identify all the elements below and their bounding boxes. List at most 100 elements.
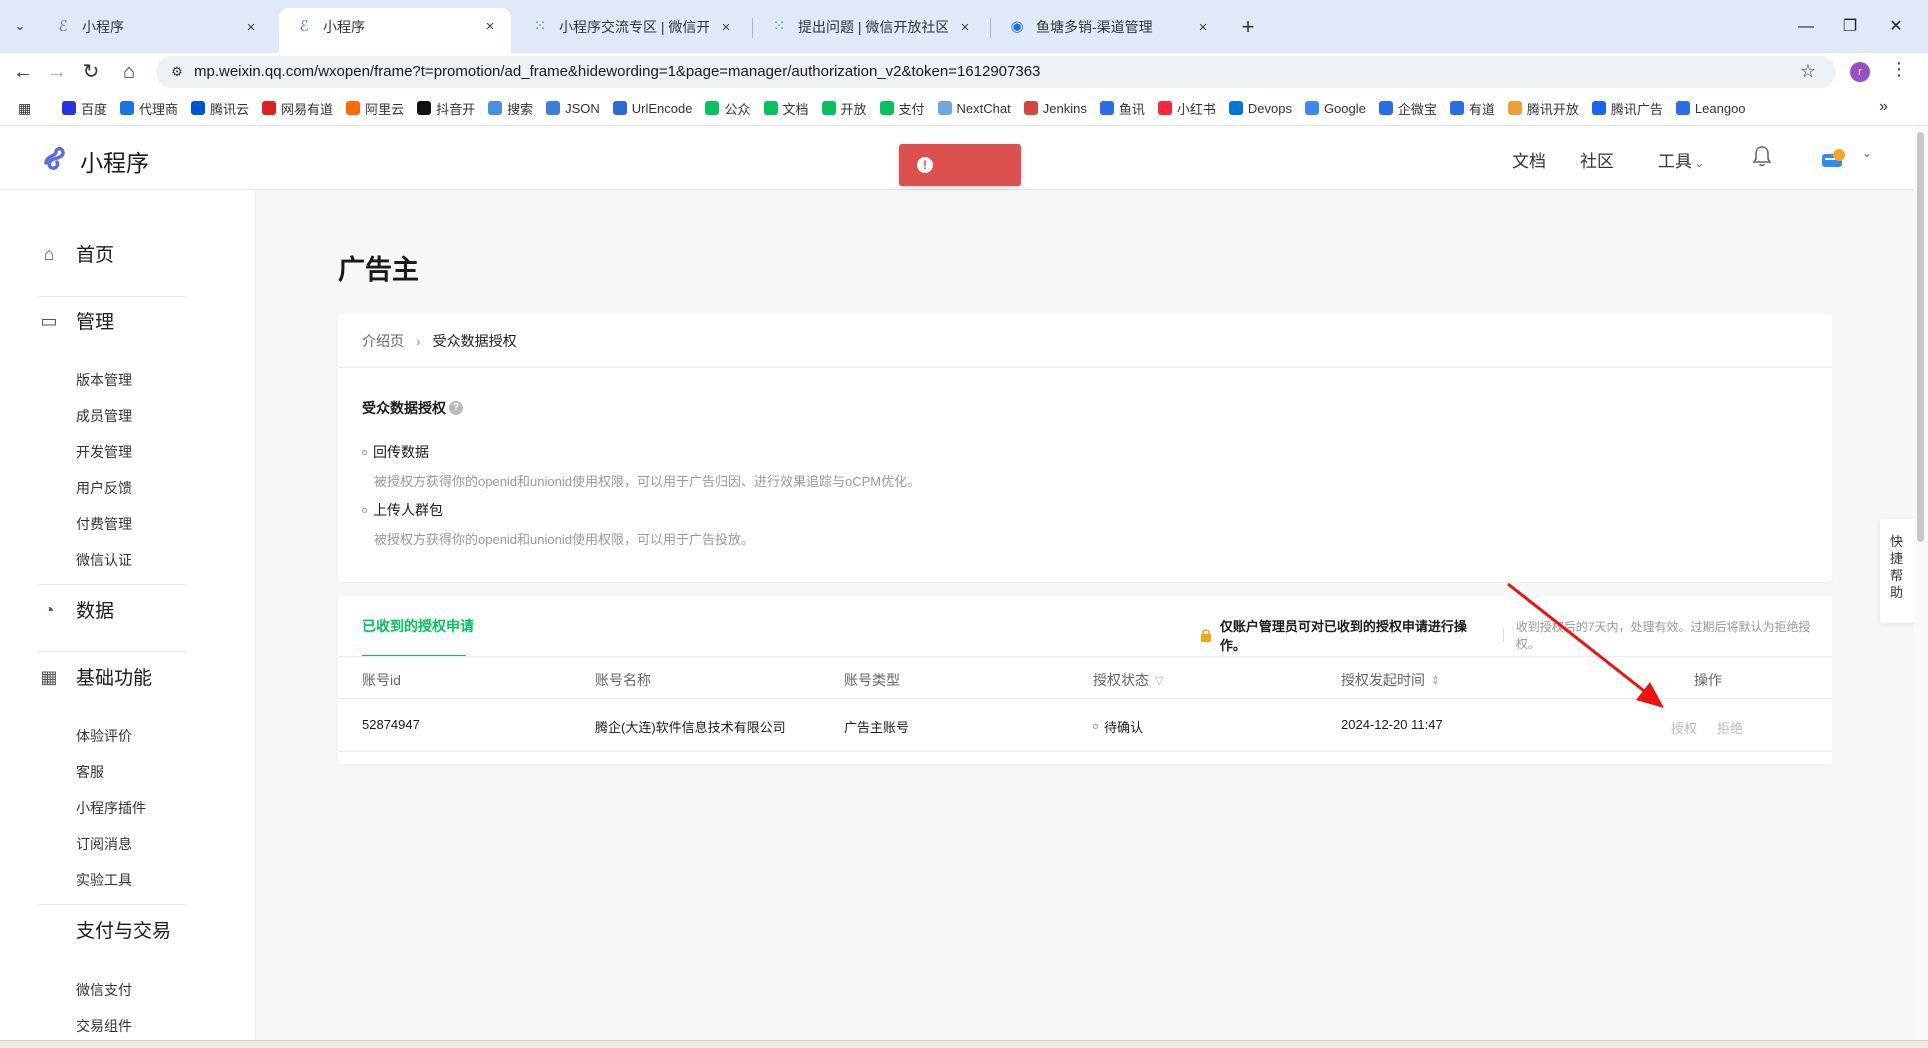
restore-icon[interactable]: ❐ <box>1832 12 1868 42</box>
tab-separator <box>990 18 991 38</box>
close-icon[interactable]: × <box>717 19 735 36</box>
cell-account-type: 广告主账号 <box>844 720 910 735</box>
bell-icon[interactable] <box>1752 144 1772 168</box>
bookmark-item[interactable]: Google <box>1304 101 1366 116</box>
nav-community-link[interactable]: 社区 <box>1580 147 1614 172</box>
reject-button[interactable]: 拒绝 <box>1717 718 1743 737</box>
reload-icon[interactable]: ↻ <box>76 57 106 87</box>
bookmark-item[interactable]: 企微宝 <box>1378 99 1437 118</box>
bookmark-item[interactable]: 文档 <box>763 99 809 118</box>
bookmark-item[interactable]: 腾讯开放 <box>1507 99 1579 118</box>
bookmarks-overflow-icon[interactable]: » <box>1879 98 1888 116</box>
forward-icon[interactable]: → <box>42 57 72 87</box>
bookmark-label: Devops <box>1247 100 1292 116</box>
tab-received-requests[interactable]: 已收到的授权申请 <box>362 616 474 636</box>
sidebar-item-subscribe[interactable]: 订阅消息 <box>76 834 132 854</box>
browser-tab-3[interactable]: ⁙ 小程序交流专区 | 微信开放社区 × <box>515 10 747 44</box>
sidebar-group-payment[interactable]: 支付与交易 <box>76 916 171 943</box>
annotation-arrow <box>1507 582 1664 708</box>
col-account-type: 账号类型 <box>844 672 900 688</box>
account-avatar-icon[interactable] <box>1821 148 1847 168</box>
brand-title[interactable]: 小程序 <box>80 144 149 178</box>
page-scrollbar[interactable] <box>1914 126 1928 1044</box>
window-close-icon[interactable]: ✕ <box>1878 12 1914 42</box>
browser-tab-1[interactable]: ℰ 小程序 × <box>38 10 272 44</box>
bookmark-item[interactable]: 腾讯广告 <box>1591 99 1663 118</box>
bookmark-item[interactable]: 公众 <box>705 99 751 118</box>
bookmark-favicon-icon <box>1099 101 1114 115</box>
breadcrumb-parent-link[interactable]: 介绍页 <box>362 331 404 351</box>
nav-docs-link[interactable]: 文档 <box>1512 147 1546 172</box>
bookmark-item[interactable]: 搜索 <box>488 99 533 118</box>
sidebar-group-home[interactable]: ⌂ 首页 <box>38 240 114 267</box>
bullet-icon <box>362 507 367 513</box>
url-text[interactable]: mp.weixin.qq.com/wxopen/frame?t=promotio… <box>194 63 1040 80</box>
sidebar-item-billing[interactable]: 付费管理 <box>76 514 132 534</box>
back-icon[interactable]: ← <box>8 57 38 87</box>
bookmark-item[interactable]: 百度 <box>62 99 107 118</box>
bookmark-item[interactable]: Leangoo <box>1675 101 1746 116</box>
apps-grid-icon[interactable]: ▦ <box>18 100 31 117</box>
site-info-icon[interactable]: ⚙ <box>168 63 186 81</box>
bookmark-item[interactable]: 支付 <box>879 99 925 118</box>
bookmark-item[interactable]: 腾讯云 <box>191 99 249 118</box>
close-icon[interactable]: × <box>481 18 499 35</box>
close-icon[interactable]: × <box>956 19 974 36</box>
sidebar-item-feedback[interactable]: 用户反馈 <box>76 478 132 498</box>
home-page-icon[interactable]: ⌂ <box>114 57 144 87</box>
bookmark-item[interactable]: UrlEncode <box>612 101 692 116</box>
bookmark-item[interactable]: 阿里云 <box>346 99 404 118</box>
sidebar-item-experiment[interactable]: 实验工具 <box>76 870 132 890</box>
nav-tools-menu[interactable]: 工具 ⌄ <box>1658 147 1704 172</box>
authorize-button[interactable]: 授权 <box>1671 718 1697 737</box>
sidebar-item-dev[interactable]: 开发管理 <box>76 442 132 462</box>
browser-tab-2[interactable]: ℰ 小程序 × <box>279 8 511 53</box>
bookmark-item[interactable]: JSON <box>546 101 600 116</box>
sidebar-item-certification[interactable]: 微信认证 <box>76 550 132 570</box>
sidebar-item-service[interactable]: 客服 <box>76 762 104 782</box>
browser-tab-5[interactable]: ◉ 鱼塘多销-渠道管理 × <box>992 10 1224 44</box>
quick-help-button[interactable]: 快捷帮助 <box>1880 519 1914 623</box>
sidebar-item-members[interactable]: 成员管理 <box>76 406 132 426</box>
profile-avatar[interactable]: r <box>1850 62 1870 82</box>
url-omnibox[interactable]: ⚙ mp.weixin.qq.com/wxopen/frame?t=promot… <box>156 56 1836 88</box>
close-icon[interactable]: × <box>242 19 260 36</box>
sidebar-item-plugin[interactable]: 小程序插件 <box>76 798 146 818</box>
browser-tab-bar: ⌄ ℰ 小程序 × ℰ 小程序 × ⁙ 小程序交流专区 | 微信开放社区 × ⁙… <box>0 0 1928 53</box>
sidebar-item-wxpay[interactable]: 微信支付 <box>76 980 132 1000</box>
new-tab-button[interactable]: + <box>1233 12 1263 42</box>
minimize-icon[interactable]: — <box>1788 12 1824 42</box>
bookmark-favicon-icon <box>1023 101 1038 115</box>
bookmark-item[interactable]: NextChat <box>937 101 1011 116</box>
col-status-label: 授权状态 <box>1093 672 1149 688</box>
bookmark-star-icon[interactable]: ☆ <box>1800 61 1816 82</box>
sidebar-item-trade[interactable]: 交易组件 <box>76 1016 132 1036</box>
bookmark-item[interactable]: Jenkins <box>1023 101 1087 116</box>
browser-tab-4[interactable]: ⁙ 提出问题 | 微信开放社区 × <box>754 10 986 44</box>
sidebar-group-data[interactable]: ◔ 数据 <box>38 596 114 623</box>
bookmark-item[interactable]: 抖音开 <box>417 99 475 118</box>
bookmark-item[interactable]: 网易有道 <box>262 99 333 118</box>
bookmark-item[interactable]: 小红书 <box>1157 99 1216 118</box>
sort-icon[interactable]: ⇕ <box>1431 674 1440 687</box>
browser-menu-icon[interactable]: ⋮ <box>1890 59 1908 80</box>
bookmark-item[interactable]: 代理商 <box>120 99 178 118</box>
sidebar-item-experience[interactable]: 体验评价 <box>76 726 132 746</box>
sidebar-group-manage[interactable]: ▭ 管理 <box>38 307 114 334</box>
close-icon[interactable]: × <box>1194 19 1212 36</box>
sidebar-group-basic[interactable]: ▦ 基础功能 <box>38 663 152 690</box>
bookmark-label: 鱼讯 <box>1118 101 1145 117</box>
filter-icon[interactable]: ▽ <box>1155 674 1163 687</box>
miniprogram-logo-icon[interactable] <box>38 142 70 174</box>
breadcrumb: 介绍页 › 受众数据授权 <box>338 314 1832 368</box>
bookmark-item[interactable]: 开放 <box>821 99 867 118</box>
question-icon[interactable]: ? <box>449 401 463 415</box>
bookmark-label: 文档 <box>782 101 809 117</box>
scrollbar-thumb[interactable] <box>1917 132 1924 542</box>
bookmark-item[interactable]: 鱼讯 <box>1099 99 1145 118</box>
bookmark-item[interactable]: 有道 <box>1449 99 1495 118</box>
sidebar-item-version[interactable]: 版本管理 <box>76 370 132 390</box>
tab-search-chevron-icon[interactable]: ⌄ <box>8 14 32 38</box>
chevron-down-icon[interactable]: ⌄ <box>1862 146 1872 160</box>
bookmark-item[interactable]: Devops <box>1228 100 1292 116</box>
